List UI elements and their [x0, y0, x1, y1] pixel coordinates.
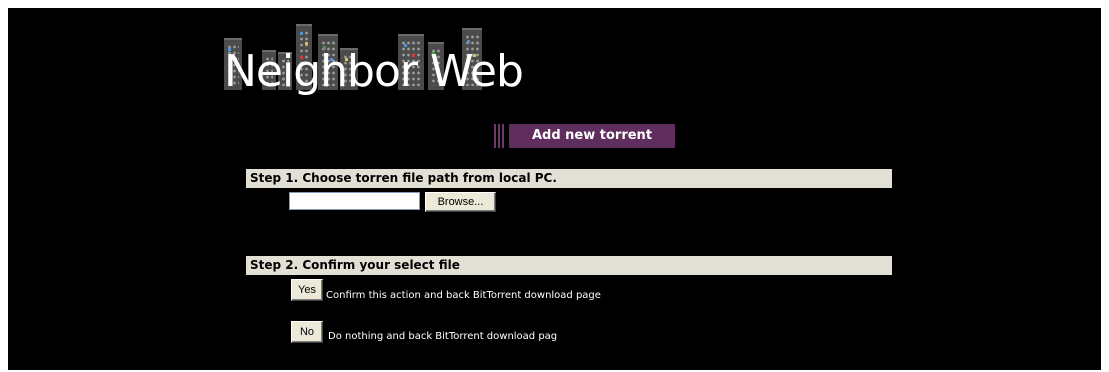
torrent-file-path-input[interactable]: [289, 192, 420, 210]
header-stripe: [498, 124, 500, 148]
yes-button[interactable]: Yes: [291, 279, 323, 301]
header-stripe: [494, 124, 496, 148]
add-new-torrent-button[interactable]: Add new torrent: [509, 124, 675, 148]
page-canvas: Neighbor Web Add new torrent Step 1. Cho…: [8, 8, 1101, 370]
step1-title: Step 1. Choose torren file path from loc…: [246, 169, 892, 188]
logo-text: Neighbor Web: [224, 46, 524, 97]
header-stripe: [502, 124, 504, 148]
step2-title: Step 2. Confirm your select file: [246, 256, 892, 275]
yes-description: Confirm this action and back BitTorrent …: [326, 290, 601, 301]
no-button[interactable]: No: [291, 321, 323, 343]
neighbor-web-logo: Neighbor Web: [222, 24, 524, 96]
browse-button[interactable]: Browse...: [425, 192, 496, 212]
no-description: Do nothing and back BitTorrent download …: [328, 331, 558, 342]
